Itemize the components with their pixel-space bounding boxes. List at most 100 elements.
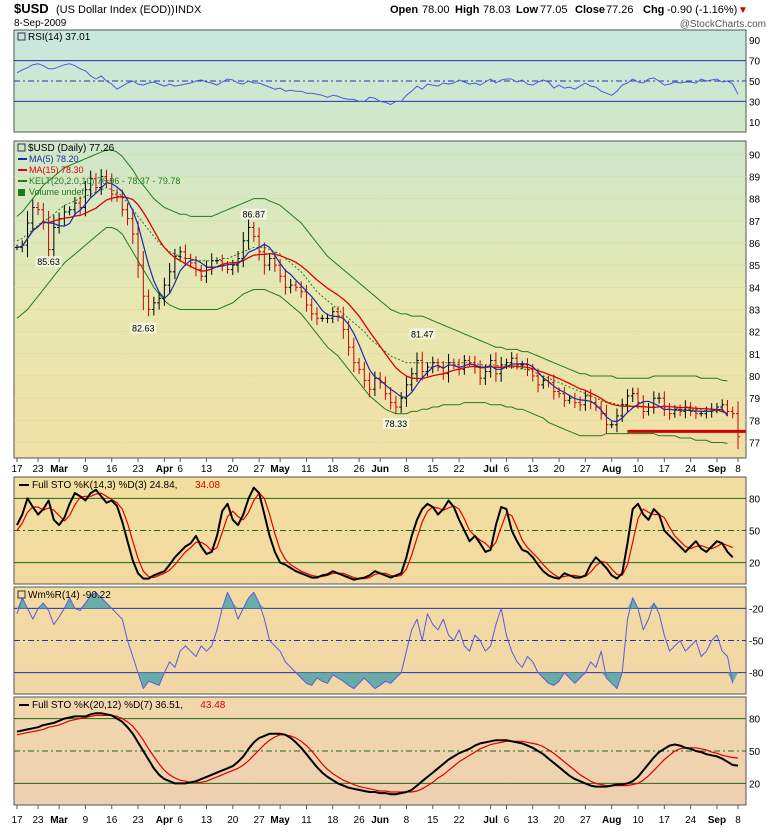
x-tick-label: Jul [483,815,498,826]
y-tick-label: -50 [749,637,764,648]
high-label: High [455,4,480,16]
x-tick-label: 26 [354,464,366,475]
sto1-title-d-value: 34.08 [195,480,220,491]
x-tick-label: 24 [685,815,697,826]
open-value: 78.00 [422,4,450,16]
chg-down-arrow-icon: ▼ [738,5,748,16]
y-tick-label: 85 [749,261,761,272]
y-tick-label: 87 [749,217,761,228]
panel-wmr: -20 -50 -80 Wm%R(14) -90.22 [13,586,764,695]
x-tick-label: Sep [708,464,726,475]
x-tick-label: Mar [50,464,68,475]
x-tick-label: 23 [132,464,144,475]
x-tick-label: 27 [254,464,266,475]
x-tick-label: 20 [227,464,239,475]
x-tick-label: 6 [177,464,183,475]
x-tick-label: Apr [156,464,173,475]
x-tick-label: 24 [685,464,697,475]
x-tick-label: Apr [156,815,173,826]
x-tick-label: 10 [632,464,644,475]
y-tick-label: -80 [749,669,764,680]
price-annotation: 86.87 [243,210,266,220]
x-tick-label: 18 [327,815,339,826]
x-tick-label: 22 [454,464,466,475]
x-tick-label: 8 [404,464,410,475]
open-label: Open [390,4,418,16]
x-tick-label: 15 [427,464,439,475]
price-annotation: 81.47 [411,329,434,339]
x-tick-label: 13 [527,815,539,826]
wmr-legend: Wm%R(14) -90.22 [17,590,111,601]
low-value: 77.05 [540,4,568,16]
x-tick-label: Aug [602,464,621,475]
y-tick-label: 81 [749,350,761,361]
y-tick-label: 79 [749,394,761,405]
x-tick-label: 9 [83,815,89,826]
x-tick-label: 8 [735,464,741,475]
y-tick-label: 20 [749,559,761,570]
chart-date: 8-Sep-2009 [14,18,67,29]
x-tick-label: May [270,815,290,826]
x-tick-label: 8 [404,815,410,826]
close-value: 77.26 [606,4,634,16]
panel-rsi: 90 70 50 30 10 RSI(14) 37.01 [13,29,761,133]
x-tick-label: 15 [427,815,439,826]
y-tick-label: 89 [749,172,761,183]
x-tick-label: 13 [201,464,213,475]
y-tick-label: -20 [749,604,764,615]
x-tick-label: 17 [659,464,671,475]
x-tick-label: Aug [602,815,621,826]
ohlc-summary: Open 78.00 High 78.03 Low 77.05 Close 77… [390,4,748,16]
price-title: $USD (Daily) 77.26 [28,143,115,154]
close-label: Close [575,4,605,16]
x-tick-label: 17 [11,464,23,475]
exchange-label: INDX [175,4,202,16]
symbol-title: $USD [14,1,49,16]
x-tick-label: Jul [483,464,498,475]
y-tick-label: 80 [749,372,761,383]
y-tick-label: 88 [749,195,761,206]
x-tick-label: 18 [327,464,339,475]
x-tick-label: Jun [371,464,389,475]
y-tick-label: 10 [749,118,761,129]
price-annotation: 85.63 [37,257,60,267]
x-tick-label: 22 [454,815,466,826]
x-tick-label: 27 [580,815,592,826]
rsi-title: RSI(14) 37.01 [28,32,91,43]
x-tick-label: 13 [201,815,213,826]
x-tick-label: 23 [32,815,44,826]
y-tick-label: 50 [749,747,761,758]
y-tick-label: 78 [749,416,761,427]
x-tick-label: Jun [371,815,389,826]
copyright: @StockCharts.com [680,19,766,30]
x-tick-label: 6 [177,815,183,826]
price-annotation: 82.63 [132,324,155,334]
price-legend-item: Volume undef [29,187,85,197]
y-tick-label: 50 [749,77,761,88]
price-legend-item: KELT(20,2.0,10) 76.96 - 78.37 - 79.78 [29,176,180,186]
x-tick-label: Mar [50,815,68,826]
y-tick-label: 70 [749,57,761,68]
price-legend-item: MA(15) 78.30 [29,165,84,175]
symbol-description: (US Dollar Index (EOD)) [56,4,175,16]
x-tick-label: May [270,464,290,475]
y-tick-label: 77 [749,438,761,449]
x-tick-label: 20 [554,464,566,475]
wmr-title: Wm%R(14) -90.22 [28,590,111,601]
stockchart-svg: $USD (US Dollar Index (EOD)) INDX 8-Sep-… [11,1,766,826]
x-tick-label: Sep [708,815,726,826]
y-tick-label: 50 [749,527,761,538]
y-tick-label: 86 [749,239,761,250]
x-tick-label: 20 [554,815,566,826]
y-tick-label: 80 [749,715,761,726]
y-tick-label: 84 [749,283,761,294]
low-label: Low [516,4,538,16]
legend-swatch [18,189,25,196]
price-legend-item: MA(5) 78.20 [29,154,79,164]
x-tick-label: 17 [11,815,23,826]
x-tick-label: 16 [106,815,118,826]
y-tick-label: 90 [749,150,761,161]
x-tick-label: 11 [301,464,312,475]
high-value: 78.03 [483,4,511,16]
x-tick-label: 10 [632,815,644,826]
